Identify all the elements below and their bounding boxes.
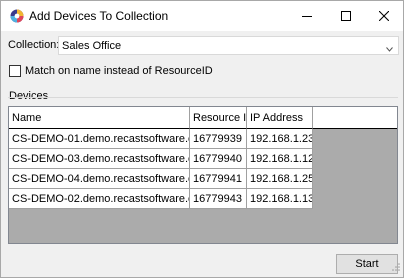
cell-resource-id[interactable]: 16779940 bbox=[190, 149, 247, 169]
match-name-checkbox[interactable] bbox=[9, 65, 21, 77]
maximize-button[interactable] bbox=[329, 1, 363, 31]
column-header-ip-address[interactable]: IP Address bbox=[247, 107, 313, 129]
cell-resource-id[interactable]: 16779939 bbox=[190, 129, 247, 149]
window-title: Add Devices To Collection bbox=[29, 9, 169, 23]
cell-name[interactable]: CS-DEMO-04.demo.recastsoftware.com bbox=[9, 169, 190, 189]
group-divider bbox=[8, 97, 398, 98]
table-header-row: Name Resource ID IP Address bbox=[9, 107, 397, 129]
close-icon bbox=[379, 11, 389, 21]
cell-ip-address[interactable]: 192.168.1.13 bbox=[247, 189, 313, 209]
table-row[interactable]: CS-DEMO-04.demo.recastsoftware.com 16779… bbox=[9, 169, 313, 189]
cell-ip-address[interactable]: 192.168.1.23 bbox=[247, 129, 313, 149]
minimize-icon bbox=[302, 16, 312, 17]
cell-name[interactable]: CS-DEMO-02.demo.recastsoftware.com bbox=[9, 189, 190, 209]
cell-ip-address[interactable]: 192.168.1.121 bbox=[247, 149, 313, 169]
column-header-name[interactable]: Name bbox=[9, 107, 190, 129]
start-button[interactable]: Start bbox=[336, 254, 398, 274]
cell-ip-address[interactable]: 192.168.1.25 bbox=[247, 169, 313, 189]
cell-resource-id[interactable]: 16779943 bbox=[190, 189, 247, 209]
chevron-down-icon bbox=[386, 43, 393, 55]
devices-table[interactable]: Name Resource ID IP Address CS-DEMO-01.d… bbox=[8, 106, 398, 244]
collection-selected-value: Sales Office bbox=[62, 40, 122, 52]
maximize-icon bbox=[341, 11, 351, 21]
column-header-resource-id[interactable]: Resource ID bbox=[190, 107, 247, 129]
table-row[interactable]: CS-DEMO-03.demo.recastsoftware.com 16779… bbox=[9, 149, 313, 169]
minimize-button[interactable] bbox=[290, 1, 324, 31]
resize-grip-icon[interactable] bbox=[391, 262, 401, 275]
table-row[interactable]: CS-DEMO-02.demo.recastsoftware.com 16779… bbox=[9, 189, 313, 209]
cell-name[interactable]: CS-DEMO-03.demo.recastsoftware.com bbox=[9, 149, 190, 169]
title-bar[interactable]: Add Devices To Collection bbox=[1, 1, 403, 31]
table-row[interactable]: CS-DEMO-01.demo.recastsoftware.com 16779… bbox=[9, 129, 313, 149]
collection-dropdown[interactable]: Sales Office bbox=[58, 36, 399, 55]
cell-name[interactable]: CS-DEMO-01.demo.recastsoftware.com bbox=[9, 129, 190, 149]
app-logo-icon bbox=[10, 9, 24, 23]
column-header-filler bbox=[313, 107, 397, 129]
add-devices-dialog: Add Devices To Collection Collection: Sa… bbox=[0, 0, 404, 278]
match-name-label[interactable]: Match on name instead of ResourceID bbox=[25, 65, 213, 77]
cell-resource-id[interactable]: 16779941 bbox=[190, 169, 247, 189]
close-button[interactable] bbox=[367, 1, 401, 31]
collection-label: Collection: bbox=[8, 39, 60, 51]
devices-group-label: Devices bbox=[9, 90, 49, 102]
